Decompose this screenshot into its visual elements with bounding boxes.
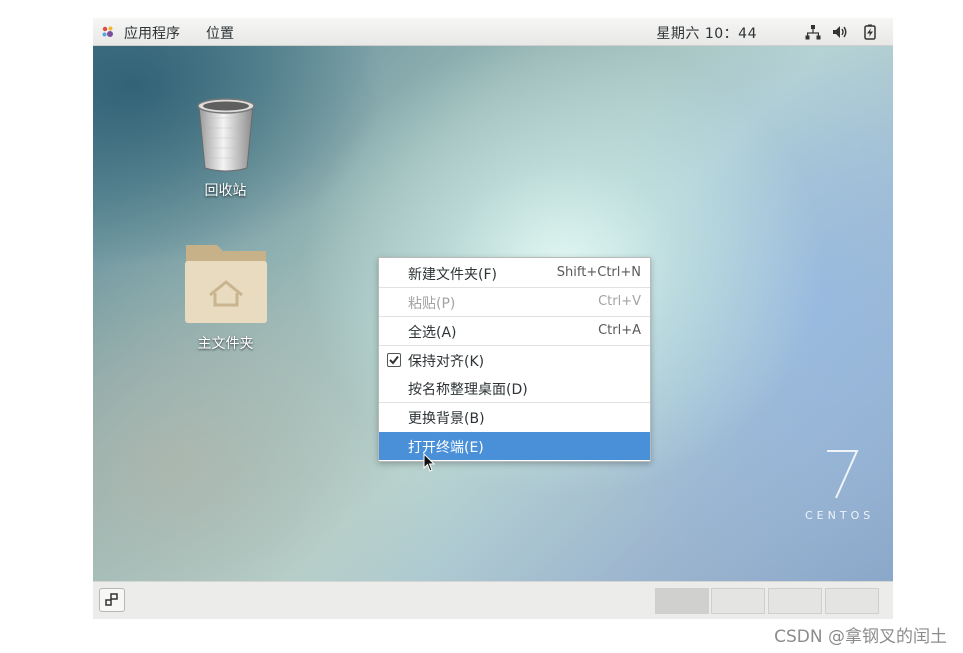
workspace-1[interactable] — [655, 588, 709, 614]
menu-item-label: 更换背景(B) — [408, 411, 485, 427]
places-menu[interactable]: 位置 — [206, 23, 234, 43]
show-desktop-button[interactable] — [99, 588, 125, 612]
menu-item-label: 全选(A) — [408, 325, 457, 341]
home-folder-label: 主文件夹 — [197, 336, 254, 352]
checkbox-checked-icon[interactable] — [387, 353, 401, 367]
menu-item-paste: 粘贴(P) Ctrl+V — [379, 288, 650, 316]
volume-icon[interactable] — [832, 24, 848, 40]
centos-version-number — [827, 450, 859, 499]
trash-icon — [196, 98, 255, 172]
menu-item-label: 按名称整理桌面(D) — [408, 382, 528, 398]
menu-item-arrange-by-name[interactable]: 按名称整理桌面(D) — [379, 374, 650, 402]
workspace-4[interactable] — [825, 588, 879, 614]
menu-item-change-background[interactable]: 更换背景(B) — [379, 403, 650, 431]
top-panel: 应用程序 位置 星期六 10：44 — [93, 18, 893, 46]
applications-menu[interactable]: 应用程序 — [124, 23, 180, 43]
menu-item-label: 打开终端(E) — [408, 440, 484, 456]
menu-item-label: 保持对齐(K) — [408, 354, 485, 370]
home-folder-icon — [184, 245, 267, 323]
menu-item-label: 新建文件夹(F) — [408, 267, 497, 283]
mouse-cursor-icon — [423, 453, 436, 472]
menu-item-open-terminal[interactable]: 打开终端(E) — [379, 432, 650, 460]
bottom-panel — [93, 581, 893, 619]
menu-item-label: 粘贴(P) — [408, 296, 456, 312]
workspace-3[interactable] — [768, 588, 822, 614]
desktop-item-trash[interactable]: 回收站 — [183, 96, 268, 200]
trash-label: 回收站 — [204, 183, 247, 199]
desktop-item-home[interactable]: 主文件夹 — [173, 241, 278, 353]
gnome-foot-icon[interactable] — [101, 25, 115, 39]
clock[interactable]: 星期六 10：44 — [656, 23, 757, 43]
watermark: CSDN @拿钢叉的闰土 — [774, 627, 947, 647]
centos-brand-text: CENTOS — [805, 509, 875, 522]
menu-item-keep-aligned[interactable]: 保持对齐(K) — [379, 346, 650, 374]
menu-item-shortcut: Ctrl+A — [598, 323, 641, 338]
desktop-context-menu: 新建文件夹(F) Shift+Ctrl+N 粘贴(P) Ctrl+V 全选(A)… — [378, 257, 651, 462]
menu-item-select-all[interactable]: 全选(A) Ctrl+A — [379, 317, 650, 345]
workspace-2[interactable] — [711, 588, 765, 614]
menu-item-shortcut: Ctrl+V — [598, 294, 641, 309]
network-icon[interactable] — [805, 24, 821, 40]
menu-item-new-folder[interactable]: 新建文件夹(F) Shift+Ctrl+N — [379, 259, 650, 287]
window-restore-icon — [105, 593, 118, 606]
battery-icon[interactable] — [862, 24, 878, 40]
menu-item-shortcut: Shift+Ctrl+N — [556, 265, 641, 280]
